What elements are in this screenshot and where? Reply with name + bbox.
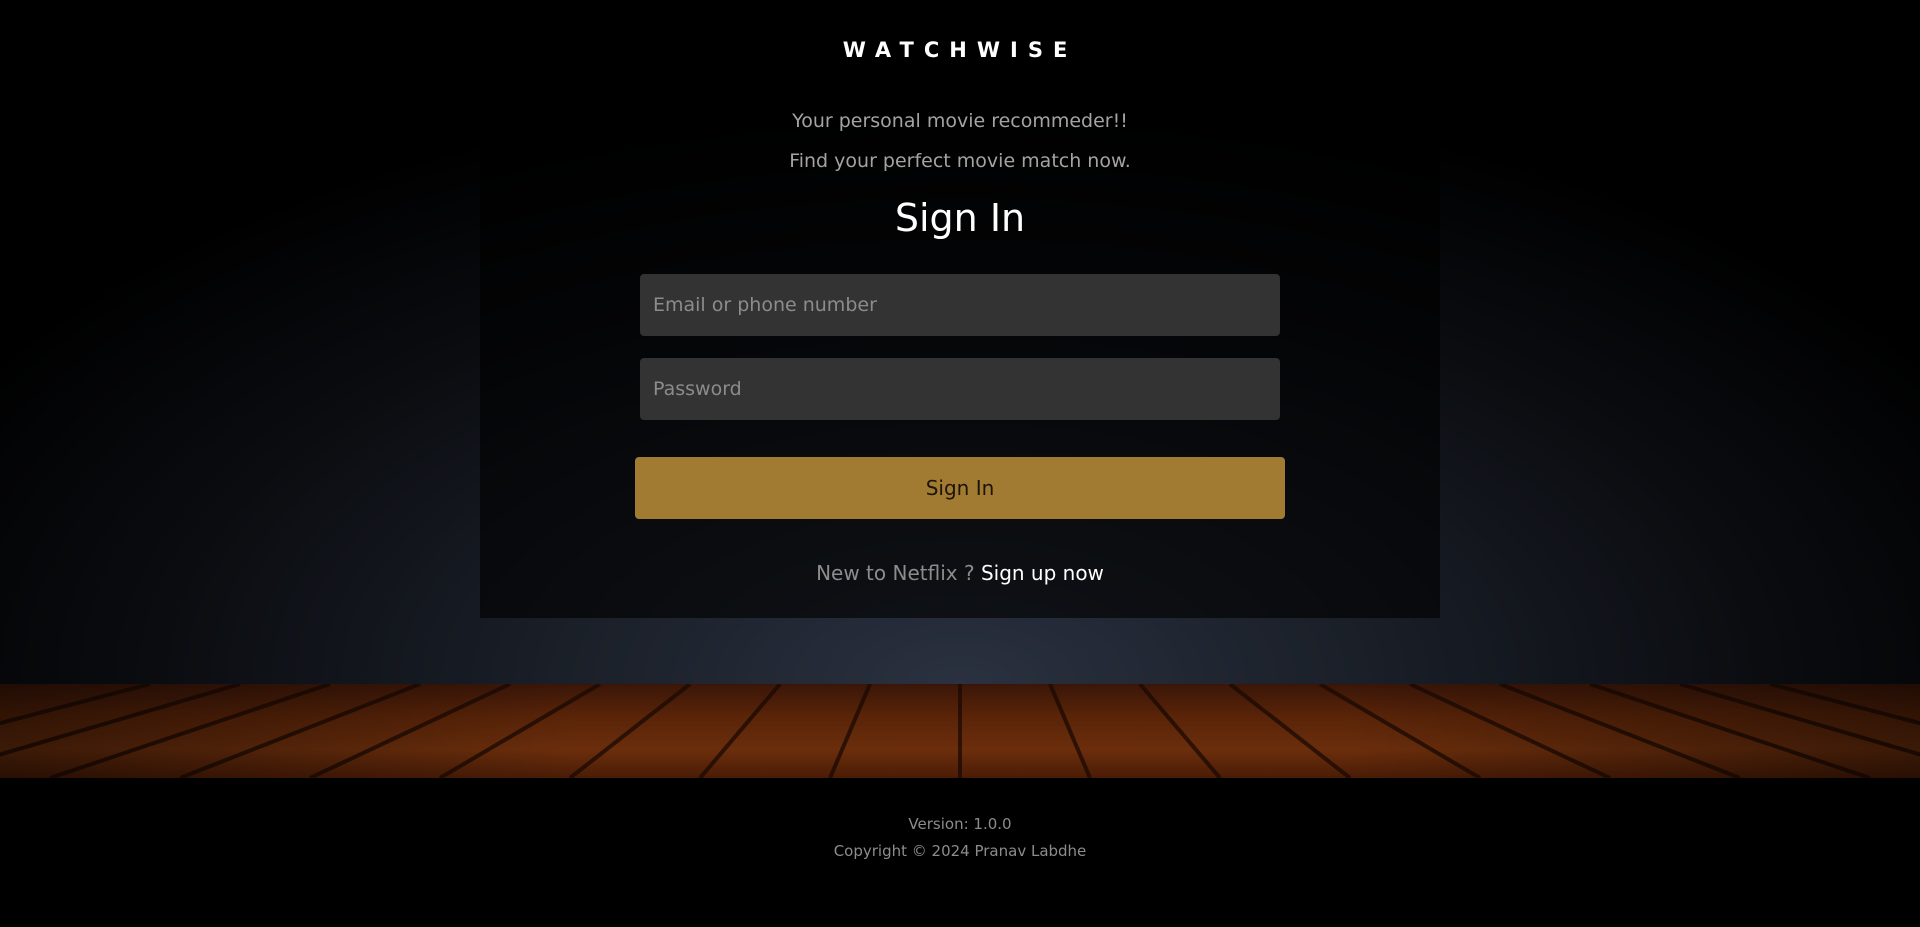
copyright-text: Copyright © 2024 Pranav Labdhe	[833, 842, 1087, 860]
page-title: Sign In	[894, 196, 1026, 240]
signup-row: New to Netflix ? Sign up now	[0, 561, 1920, 585]
signup-prompt: New to Netflix ?	[816, 561, 975, 585]
sign-in-button[interactable]: Sign In	[635, 457, 1285, 519]
floor-planks	[0, 684, 1920, 778]
tagline-primary: Your personal movie recommeder!!	[792, 110, 1128, 132]
wooden-floor	[0, 684, 1920, 778]
brand-logo[interactable]: WATCHWISE	[0, 38, 1920, 62]
version-text: Version: 1.0.0	[908, 815, 1012, 833]
password-field[interactable]	[640, 358, 1280, 420]
email-field[interactable]	[640, 274, 1280, 336]
tagline-secondary: Find your perfect movie match now.	[789, 150, 1131, 172]
signup-link[interactable]: Sign up now	[981, 561, 1104, 585]
